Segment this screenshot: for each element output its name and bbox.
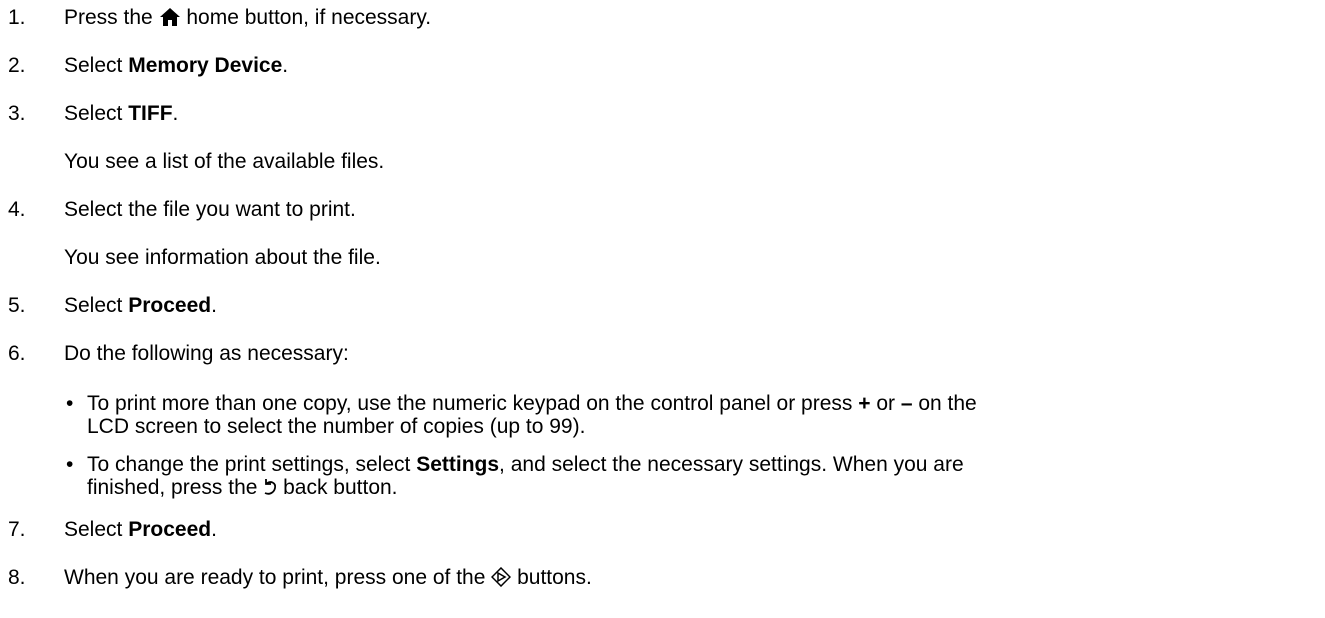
step-text-before: Select — [64, 54, 129, 77]
bullet-text-a: To print more than one copy, use the num… — [87, 392, 859, 415]
step-number: 2. — [8, 54, 26, 77]
bullet-text-b: on the — [912, 392, 977, 415]
minus-label: – — [900, 392, 913, 415]
bullet-text-line2-before: finished, press the — [87, 476, 264, 499]
bullet-marker: • — [66, 453, 74, 476]
bullet-text-b: , and select the necessary settings. Whe… — [499, 453, 964, 476]
ui-label-memory-device: Memory Device — [128, 54, 283, 77]
step-note: You see a list of the available files. — [64, 150, 385, 173]
bullet-text-line2: LCD screen to select the number of copie… — [87, 415, 586, 438]
step-number: 1. — [8, 6, 26, 29]
bullet-text-a: To change the print settings, select — [87, 453, 417, 476]
step-text-before: Press the — [64, 6, 159, 29]
step-note: You see information about the file. — [64, 246, 381, 269]
step-number: 4. — [8, 198, 26, 221]
bullet-marker: • — [66, 392, 74, 415]
ui-label-proceed: Proceed — [128, 518, 212, 541]
step-text: Do the following as necessary: — [64, 342, 349, 365]
plus-label: + — [858, 392, 871, 415]
step-number: 3. — [8, 102, 26, 125]
step-number: 6. — [8, 342, 26, 365]
step-number: 8. — [8, 566, 26, 589]
start-icon — [491, 566, 512, 594]
bullet-text-line2-after: back button. — [277, 476, 398, 499]
back-icon — [263, 477, 277, 504]
ui-label-tiff: TIFF — [128, 102, 173, 125]
step-text-after: home button, if necessary. — [180, 6, 432, 29]
step-text-before: Select — [64, 102, 129, 125]
step-text: Select the file you want to print. — [64, 198, 356, 221]
step-text-before: When you are ready to print, press one o… — [64, 566, 492, 589]
ui-label-proceed: Proceed — [128, 294, 212, 317]
step-text-after: . — [211, 294, 217, 317]
step-text-before: Select — [64, 518, 129, 541]
bullet-text-or: or — [870, 392, 901, 415]
step-number: 5. — [8, 294, 26, 317]
step-text-after: . — [282, 54, 289, 77]
step-number: 7. — [8, 518, 26, 541]
step-text-after: . — [211, 518, 217, 541]
step-text-before: Select — [64, 294, 129, 317]
step-text-after: . — [172, 102, 179, 125]
home-icon — [159, 7, 181, 34]
step-text-after: buttons. — [511, 566, 592, 589]
ui-label-settings: Settings — [416, 453, 500, 476]
